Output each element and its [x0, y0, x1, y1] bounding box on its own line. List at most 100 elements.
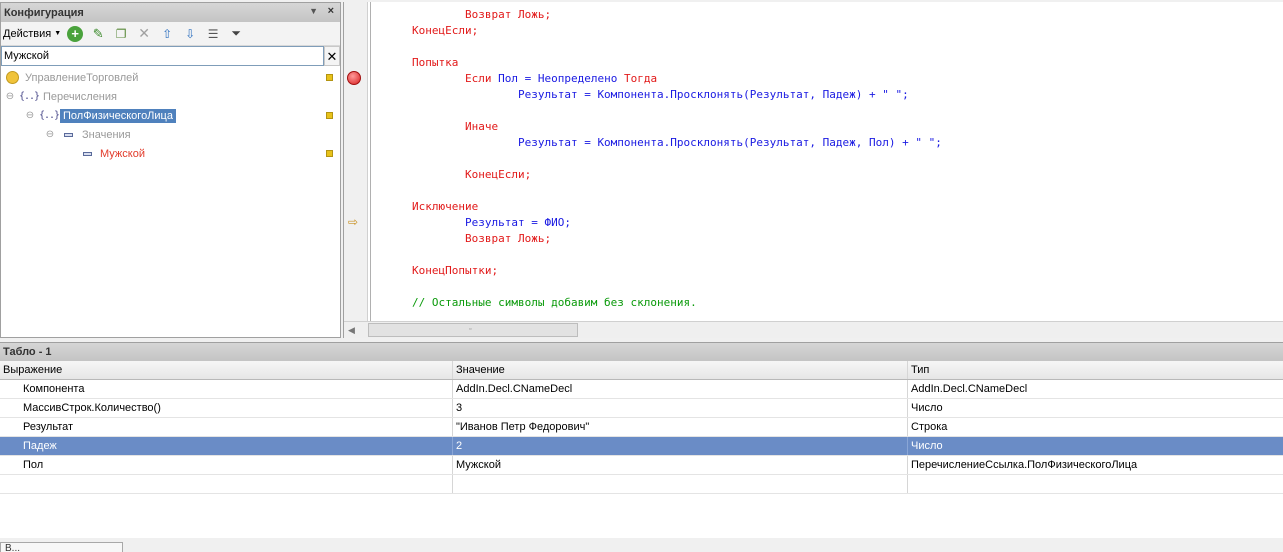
collapse-icon[interactable]: ⊖ [45, 129, 55, 140]
code-text[interactable]: Возврат Ложь; КонецЕсли; Попытка Если Пол … [412, 7, 942, 311]
code-line[interactable]: Попытка [412, 55, 942, 71]
tree-node-male[interactable]: Мужской [1, 144, 340, 163]
table-row[interactable] [0, 475, 1283, 494]
code-line[interactable]: Если Пол = Неопределено Тогда [412, 71, 942, 87]
code-editor[interactable]: ⇨ Возврат Ложь; КонецЕсли; Попытка Если По… [343, 2, 1283, 338]
code-line[interactable] [412, 39, 942, 55]
code-line[interactable] [412, 183, 942, 199]
code-line[interactable] [412, 103, 942, 119]
code-line[interactable] [412, 151, 942, 167]
code-line[interactable]: КонецЕсли; [412, 167, 942, 183]
tree-node-enums[interactable]: ⊖ {..} Перечисления [1, 87, 340, 106]
cell-type[interactable]: ПеречислениеСсылка.ПолФизическогоЛица [908, 456, 1283, 474]
watch-grid: Выражение Значение Тип Компонента AddIn.D… [0, 361, 1283, 494]
breakpoint-icon[interactable] [347, 71, 361, 85]
cell-value[interactable]: AddIn.Decl.CNameDecl [453, 380, 908, 398]
cell-expression[interactable]: Результат [0, 418, 453, 436]
cell-type[interactable]: AddIn.Decl.CNameDecl [908, 380, 1283, 398]
lock-marker-icon [326, 112, 333, 119]
cell-expression[interactable] [0, 475, 453, 493]
scroll-left-icon[interactable]: ◀ [348, 325, 355, 336]
tree-node-root[interactable]: УправлениеТорговлей [1, 68, 340, 87]
scrollbar-thumb[interactable]: ▫ [368, 323, 578, 337]
cell-value[interactable]: "Иванов Петр Федорович" [453, 418, 908, 436]
code-token: // Остальные символы добавим без склонен… [412, 296, 697, 309]
cell-expression[interactable]: Компонента [0, 380, 453, 398]
table-row[interactable]: МассивСтрок.Количество() 3 Число [0, 399, 1283, 418]
code-token: Попытка [412, 56, 459, 69]
pin-icon[interactable]: ▼ [309, 6, 318, 16]
code-token: Исключение [412, 200, 479, 213]
clear-search-button[interactable]: ✕ [324, 46, 340, 66]
cell-expression[interactable]: МассивСтрок.Количество() [0, 399, 453, 417]
code-token: Иначе [464, 120, 499, 133]
cell-value[interactable]: 3 [453, 399, 908, 417]
grip-icon: ▫ [469, 326, 472, 333]
code-line[interactable]: Иначе [412, 119, 942, 135]
editor-gutter[interactable]: ⇨ [344, 2, 368, 321]
cell-expression[interactable]: Падеж [0, 437, 453, 455]
add-icon[interactable]: + [67, 25, 84, 42]
code-line[interactable]: Возврат Ложь; [412, 231, 942, 247]
table-row[interactable]: Падеж 2 Число [0, 437, 1283, 456]
move-up-icon[interactable]: ⇧ [159, 26, 175, 42]
cell-expression[interactable]: Пол [0, 456, 453, 474]
list-icon[interactable]: ☰ [205, 26, 221, 42]
code-line[interactable]: Исключение [412, 199, 942, 215]
tree-node-label: ПолФизическогоЛица [60, 108, 176, 123]
move-down-icon[interactable]: ⇩ [182, 26, 198, 42]
tree-node-label: Перечисления [43, 90, 117, 103]
cell-value[interactable]: Мужской [453, 456, 908, 474]
column-header-value[interactable]: Значение [453, 361, 908, 379]
code-line[interactable]: // Остальные символы добавим без склонен… [412, 295, 942, 311]
config-toolbar: Действия ▼ + ✎ ❐ ✕ ⇧ ⇩ ☰ ⏷ [1, 22, 340, 46]
collapse-icon[interactable]: ⊖ [5, 91, 15, 102]
column-header-type[interactable]: Тип [908, 361, 1283, 379]
code-line[interactable]: Результат = Компонента.Просклонять(Резул… [412, 87, 942, 103]
actions-menu[interactable]: Действия ▼ [3, 28, 61, 40]
code-line[interactable] [412, 247, 942, 263]
code-line[interactable]: Результат = ФИО; [412, 215, 942, 231]
close-panel-button[interactable]: × [328, 5, 334, 17]
edit-icon[interactable]: ✎ [90, 26, 106, 42]
column-header-expression[interactable]: Выражение [0, 361, 453, 379]
code-token: Результат = Компонента.Просклонять(Резул… [517, 136, 942, 149]
search-input[interactable] [1, 46, 324, 66]
code-token: Если [464, 72, 499, 85]
code-token: Возврат Ложь; [464, 8, 552, 21]
table-row[interactable]: Пол Мужской ПеречислениеСсылка.ПолФизическ… [0, 456, 1283, 475]
cell-type[interactable]: Число [908, 399, 1283, 417]
tree-node-values[interactable]: ⊖ Значения [1, 125, 340, 144]
dropdown-arrow-icon: ▼ [54, 30, 62, 37]
copy-icon[interactable]: ❐ [113, 26, 129, 42]
table-row[interactable]: Результат "Иванов Петр Федорович" Строка [0, 418, 1283, 437]
code-token: Тогда [623, 72, 658, 85]
cell-value[interactable]: 2 [453, 437, 908, 455]
code-line[interactable]: КонецЕсли; [412, 23, 942, 39]
horizontal-scrollbar[interactable]: ◀ ▫ [344, 321, 1283, 338]
cell-value[interactable] [453, 475, 908, 493]
cell-type[interactable]: Число [908, 437, 1283, 455]
enum-icon: {..} [38, 110, 60, 121]
table-row[interactable]: Компонента AddIn.Decl.CNameDecl AddIn.Decl… [0, 380, 1283, 399]
filter-icon[interactable]: ⏷ [228, 26, 244, 42]
delete-icon[interactable]: ✕ [136, 25, 152, 42]
cell-type[interactable]: Строка [908, 418, 1283, 436]
collapse-icon[interactable]: ⊖ [25, 110, 35, 121]
grid-header: Выражение Значение Тип [0, 361, 1283, 380]
bottom-tab[interactable]: В... [0, 542, 123, 552]
tree-node-label: Значения [82, 128, 131, 141]
tree-node-gender-enum[interactable]: ⊖ {..} ПолФизическогоЛица [1, 106, 340, 125]
fold-guide [370, 2, 371, 321]
cell-type[interactable] [908, 475, 1283, 493]
code-line[interactable]: КонецПопытки; [412, 263, 942, 279]
lock-marker-icon [326, 150, 333, 157]
code-line[interactable] [412, 279, 942, 295]
code-line[interactable]: Возврат Ложь; [412, 7, 942, 23]
code-line[interactable]: Результат = Компонента.Просклонять(Резул… [412, 135, 942, 151]
